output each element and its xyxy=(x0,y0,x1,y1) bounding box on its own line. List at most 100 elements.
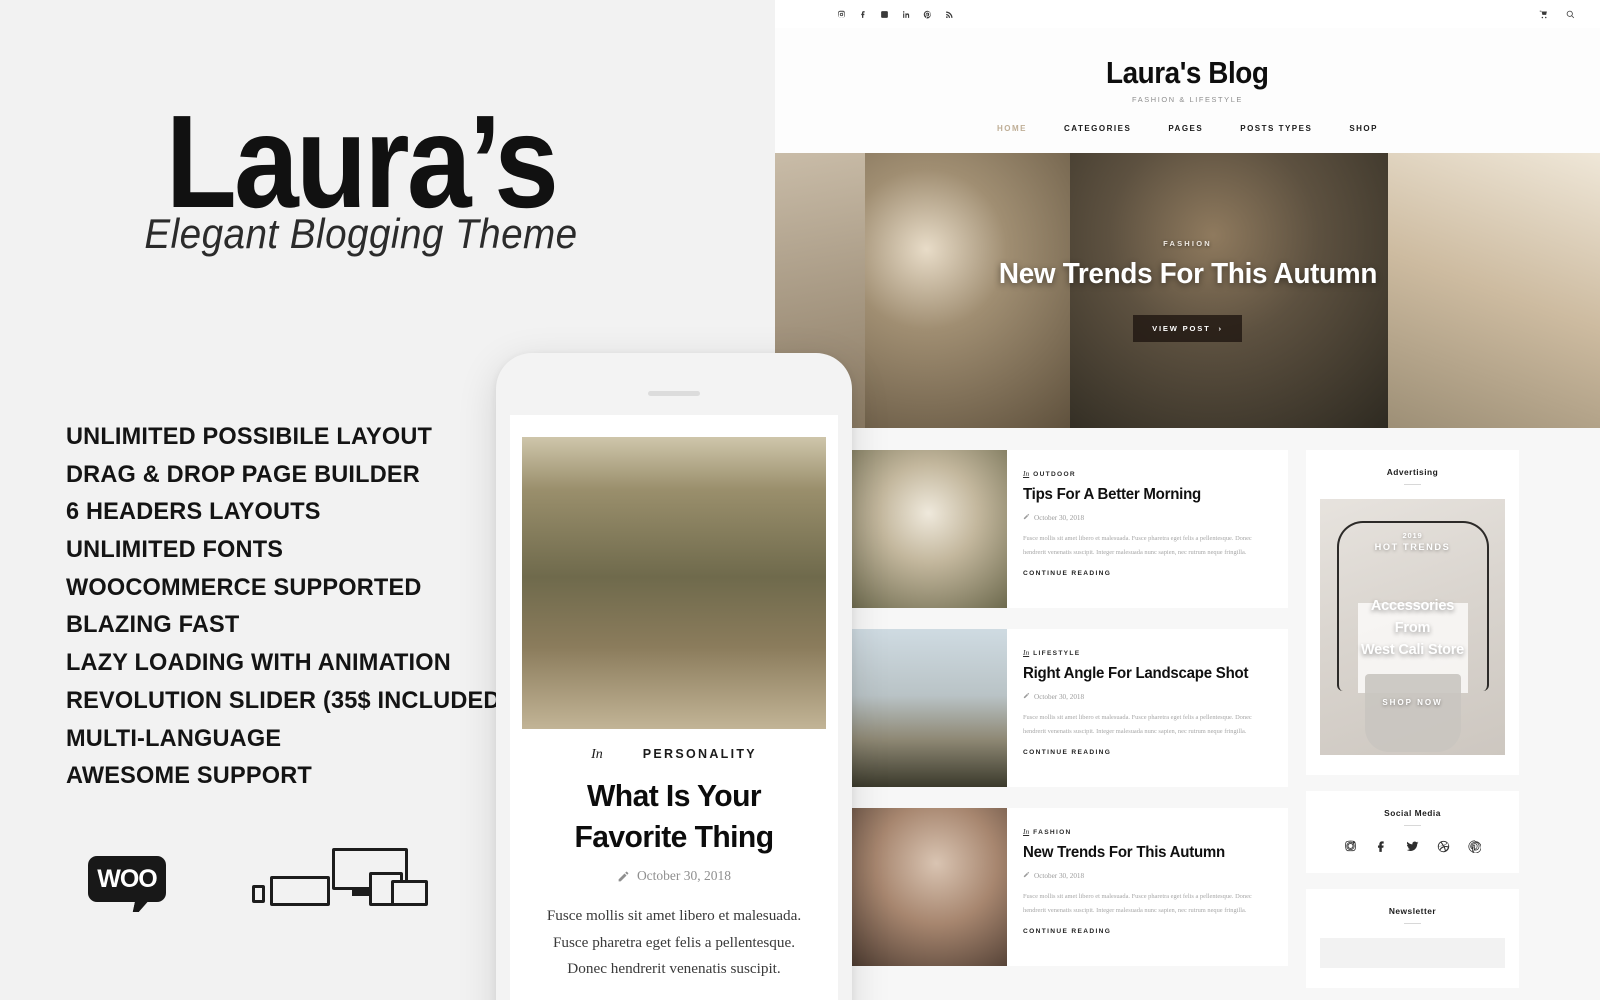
post-thumbnail[interactable] xyxy=(850,808,1007,966)
search-icon[interactable] xyxy=(1566,10,1575,19)
hero-slider[interactable]: FASHION New Trends For This Autumn VIEW … xyxy=(775,153,1600,428)
phone-article-date: October 30, 2018 xyxy=(534,868,814,884)
ad-headline-line-1: Accessories xyxy=(1370,598,1455,614)
widget-divider xyxy=(1404,923,1421,924)
topbar-actions[interactable] xyxy=(1539,10,1575,19)
instagram-icon[interactable] xyxy=(1344,840,1357,853)
social-widget-icons[interactable] xyxy=(1320,840,1505,853)
feature-item: UNLIMITED FONTS xyxy=(66,536,284,564)
newsletter-email-input[interactable] xyxy=(1320,938,1505,968)
twitter-icon[interactable] xyxy=(1406,840,1419,853)
pencil-icon xyxy=(1023,692,1030,701)
post-list: In OUTDOOR Tips For A Better Morning Octobe… xyxy=(850,450,1288,1000)
rss-icon[interactable] xyxy=(945,10,954,19)
feature-item: LAZY LOADING WITH ANIMATION xyxy=(66,649,451,677)
woo-logo-text: WOO xyxy=(97,864,157,893)
pinterest-icon[interactable] xyxy=(923,10,932,19)
feature-item: REVOLUTION SLIDER (35$ INCLUDED) xyxy=(66,686,509,714)
post-card[interactable]: In LIFESTYLE Right Angle For Landscape Sho… xyxy=(850,629,1288,787)
pencil-icon xyxy=(1023,871,1030,880)
phone-title-line-1: What Is Your xyxy=(586,778,762,813)
pinterest-icon[interactable] xyxy=(1468,840,1481,853)
post-thumbnail[interactable] xyxy=(850,629,1007,787)
post-in-label: In xyxy=(1023,648,1030,657)
post-in-label: In xyxy=(1023,469,1030,478)
nav-item-categories[interactable]: CATEGORIES xyxy=(1064,124,1131,133)
post-date-text: October 30, 2018 xyxy=(1034,513,1085,522)
promo-subtitle: Elegant Blogging Theme xyxy=(144,210,578,257)
post-card[interactable]: In OUTDOOR Tips For A Better Morning Octobe… xyxy=(850,450,1288,608)
post-category[interactable]: OUTDOOR xyxy=(1033,471,1076,478)
post-title[interactable]: Tips For A Better Morning xyxy=(1023,485,1264,505)
post-category-row: In OUTDOOR xyxy=(1023,469,1271,478)
post-body: In LIFESTYLE Right Angle For Landscape Sho… xyxy=(1007,629,1288,787)
phone-title-line-2: Favorite Thing xyxy=(574,819,774,855)
nav-item-home[interactable]: HOME xyxy=(997,124,1027,133)
hero-button-label: VIEW POST xyxy=(1152,324,1211,333)
phone-screen: In PERSONALITY What Is Your Favorite Thi… xyxy=(510,415,838,1000)
post-thumbnail[interactable] xyxy=(850,450,1007,608)
nav-item-pages[interactable]: PAGES xyxy=(1168,124,1203,133)
site-title[interactable]: Laura's Blog xyxy=(1106,55,1269,91)
ad-shop-now-button[interactable]: SHOP NOW xyxy=(1382,698,1442,707)
post-date-text: October 30, 2018 xyxy=(1034,692,1085,701)
pencil-icon xyxy=(617,870,630,883)
post-date: October 30, 2018 xyxy=(1023,692,1271,701)
site-tagline: FASHION & LIFESTYLE xyxy=(1132,95,1243,104)
social-media-widget: Social Media xyxy=(1306,791,1519,873)
post-excerpt: Fusce mollis sit amet libero et malesuad… xyxy=(1023,893,1252,914)
ad-kicker: HOT TRENDS xyxy=(1374,542,1451,552)
site-masthead: Laura's Blog FASHION & LIFESTYLE HOME CAT… xyxy=(775,28,1600,153)
phone-body-line-2: Fusce pharetra eget felis a pellentesque… xyxy=(552,933,796,951)
linkedin-icon[interactable] xyxy=(902,10,911,19)
newsletter-widget-title: Newsletter xyxy=(1388,906,1437,916)
phone-article: In PERSONALITY What Is Your Favorite Thi… xyxy=(510,729,838,982)
post-date: October 30, 2018 xyxy=(1023,513,1271,522)
phone-body-line-3: Donec hendrerit venenatis suscipit. xyxy=(567,959,781,977)
feature-item: WOOCOMMERCE SUPPORTED xyxy=(66,573,422,601)
topbar-social-links[interactable] xyxy=(837,10,954,19)
facebook-icon[interactable] xyxy=(859,10,868,19)
post-body: In OUTDOOR Tips For A Better Morning Octobe… xyxy=(1007,450,1288,608)
pencil-icon xyxy=(1023,513,1030,522)
feature-item: 6 HEADERS LAYOUTS xyxy=(66,498,321,526)
instagram-icon[interactable] xyxy=(837,10,846,19)
phone-article-image xyxy=(522,437,826,729)
flickr-icon[interactable] xyxy=(880,10,889,19)
continue-reading-link[interactable]: CONTINUE READING xyxy=(1023,570,1271,577)
hero-overlay: FASHION New Trends For This Autumn VIEW … xyxy=(775,153,1600,428)
post-body: In FASHION New Trends For This Autumn Octob… xyxy=(1007,808,1288,966)
nav-item-posts-types[interactable]: POSTS TYPES xyxy=(1240,124,1312,133)
post-title[interactable]: New Trends For This Autumn xyxy=(1023,843,1264,863)
post-title[interactable]: Right Angle For Landscape Shot xyxy=(1023,664,1264,684)
continue-reading-link[interactable]: CONTINUE READING xyxy=(1023,928,1271,935)
feature-item: BLAZING FAST xyxy=(66,611,240,639)
post-in-label: In xyxy=(1023,827,1030,836)
post-category[interactable]: FASHION xyxy=(1033,829,1071,836)
hero-view-post-button[interactable]: VIEW POST › xyxy=(1133,315,1242,342)
advertising-banner[interactable]: 2019 HOT TRENDS Accessories From West Ca… xyxy=(1320,499,1505,755)
phone-date-text: October 30, 2018 xyxy=(636,868,732,884)
hero-category: FASHION xyxy=(1163,239,1212,248)
ad-headline: Accessories From West Cali Store xyxy=(1361,595,1464,661)
post-category-row: In LIFESTYLE xyxy=(1023,648,1271,657)
nav-item-shop[interactable]: SHOP xyxy=(1349,124,1378,133)
hero-title: New Trends For This Autumn xyxy=(998,258,1377,290)
responsive-devices-icon xyxy=(252,848,428,906)
continue-reading-link[interactable]: CONTINUE READING xyxy=(1023,749,1271,756)
post-excerpt: Fusce mollis sit amet libero et malesuad… xyxy=(1023,714,1252,735)
feature-list: UNLIMITED POSSIBILE LAYOUT DRAG & DROP PA… xyxy=(66,423,546,802)
cart-icon[interactable] xyxy=(1539,10,1548,19)
content-area: In OUTDOOR Tips For A Better Morning Octobe… xyxy=(775,428,1600,1000)
ad-headline-line-2: From xyxy=(1394,620,1431,637)
post-excerpt: Fusce mollis sit amet libero et malesuad… xyxy=(1023,535,1252,556)
post-category[interactable]: LIFESTYLE xyxy=(1033,650,1080,657)
feature-item: UNLIMITED POSSIBILE LAYOUT xyxy=(66,423,433,450)
post-card[interactable]: In FASHION New Trends For This Autumn Octob… xyxy=(850,808,1288,966)
phone-category[interactable]: PERSONALITY xyxy=(643,747,757,761)
phone-article-body: Fusce mollis sit amet libero et malesuad… xyxy=(534,903,814,981)
facebook-icon[interactable] xyxy=(1375,840,1388,853)
dribbble-icon[interactable] xyxy=(1437,840,1450,853)
main-navigation[interactable]: HOME CATEGORIES PAGES POSTS TYPES SHOP xyxy=(775,124,1600,133)
sidebar: Advertising 2019 HOT TRENDS Accessories … xyxy=(1306,450,1519,1000)
